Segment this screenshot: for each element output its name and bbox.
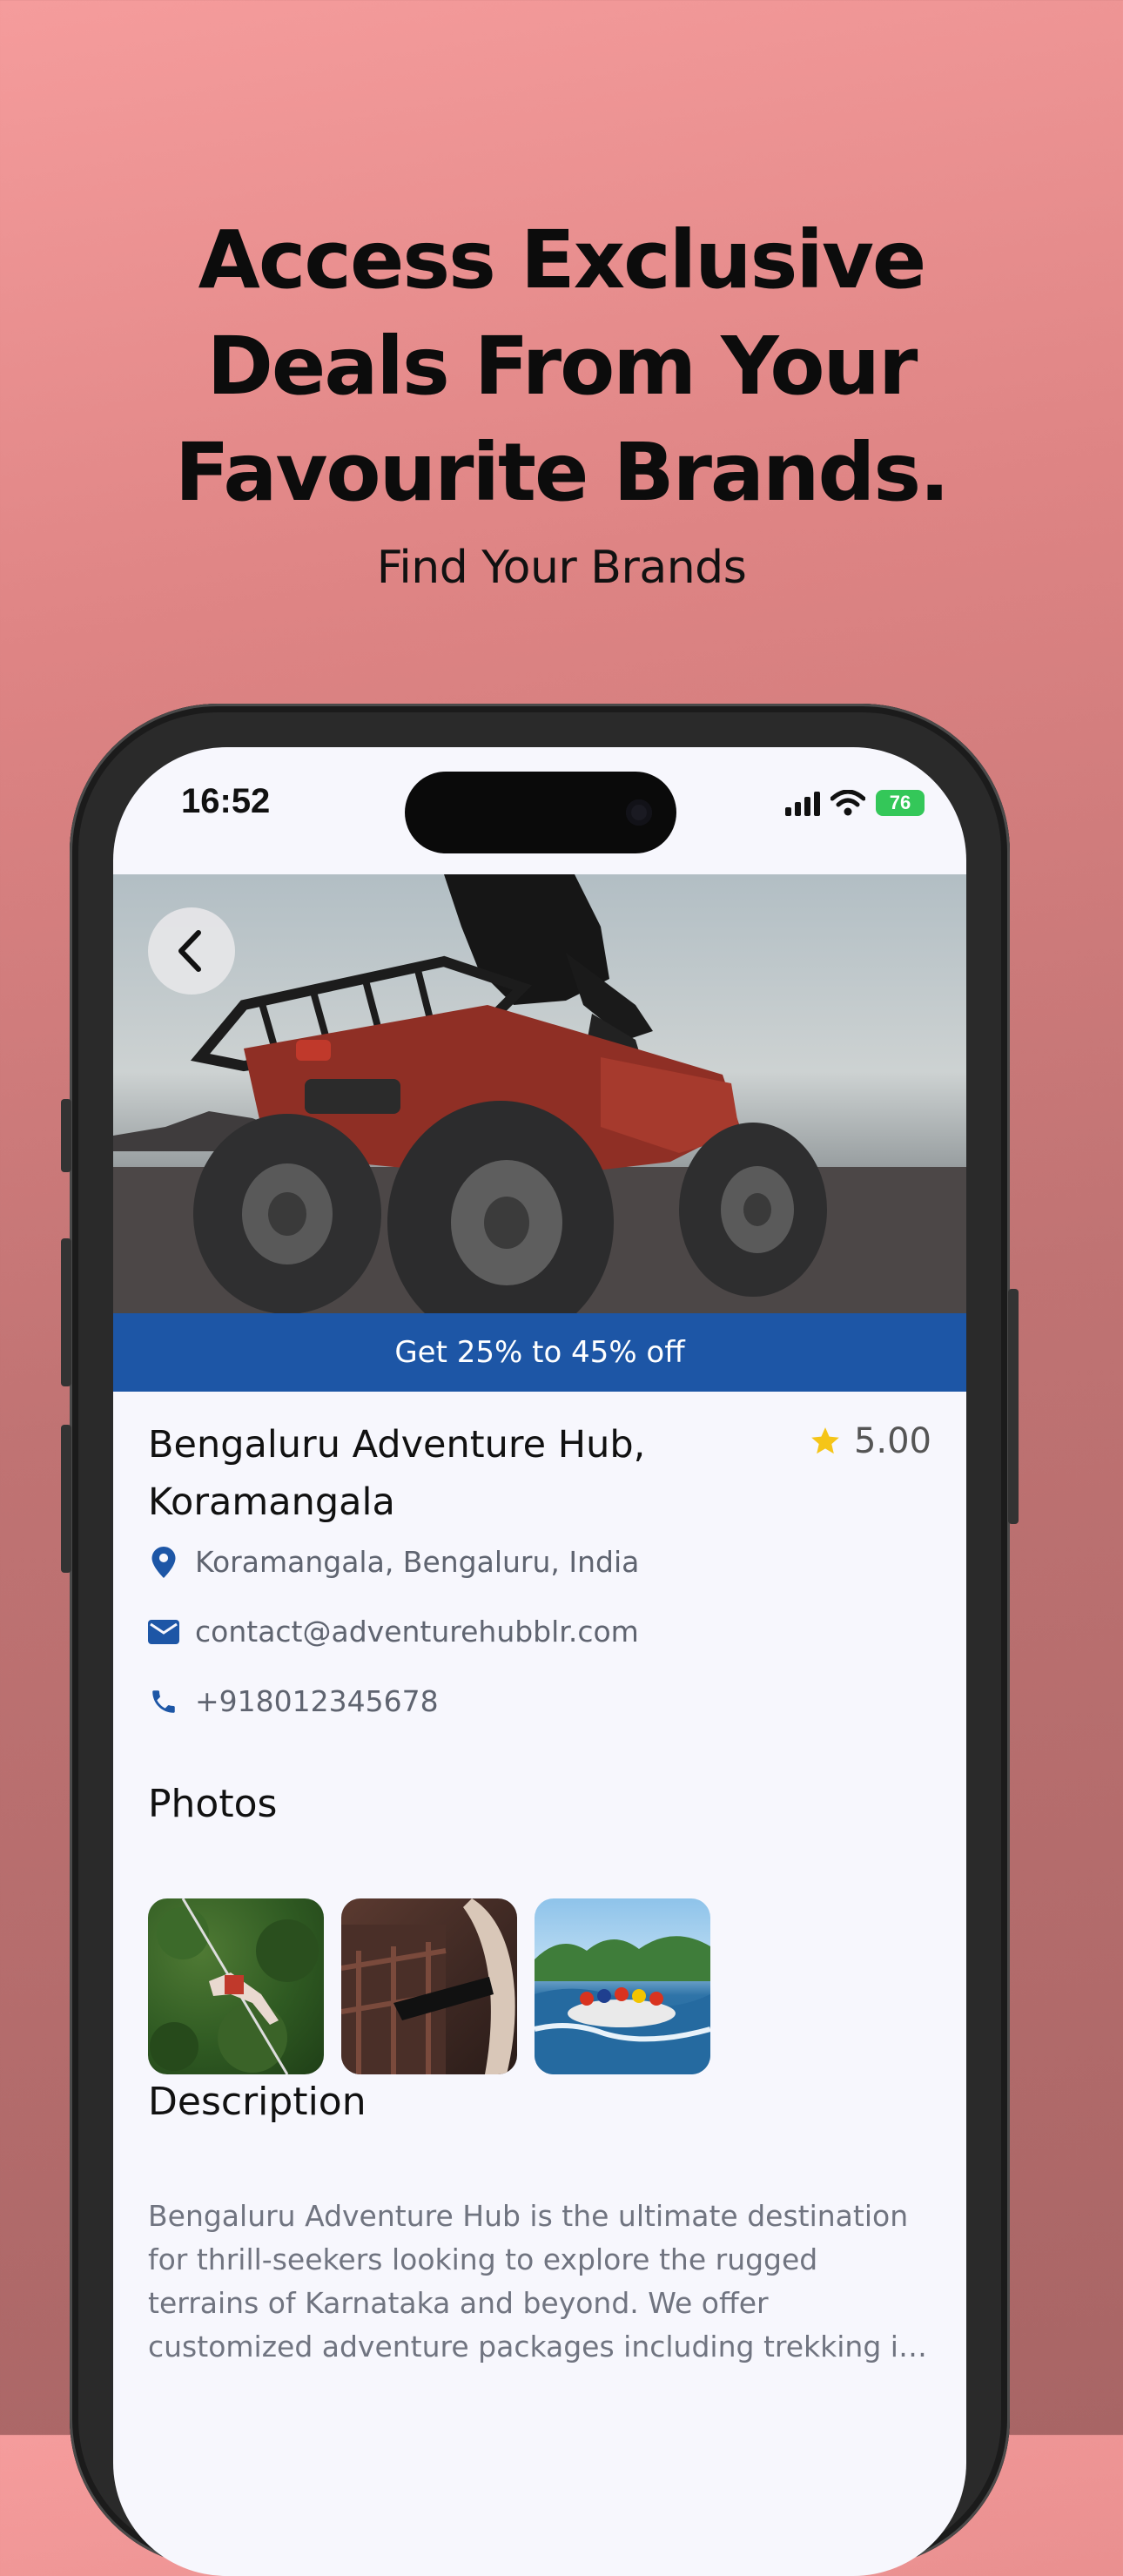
rating: 5.00 [809,1421,931,1461]
location-text: Koramangala, Bengaluru, India [195,1545,640,1579]
quad-bike-illustration [113,874,966,1313]
promo-headline: Access Exclusive Deals From Your Favouri… [0,207,1123,526]
mail-icon [148,1616,179,1648]
photo-thumbnail-archery[interactable] [341,1898,517,2074]
headline-line-1: Access Exclusive [198,213,927,307]
email-text: contact@adventurehubblr.com [195,1615,639,1649]
cellular-signal-icon [785,790,820,816]
photo-thumbnail-rafting[interactable] [535,1898,710,2074]
listing-title-line-1: Bengaluru Adventure Hub, [148,1423,646,1467]
battery-icon: 76 [876,790,925,816]
offer-banner: Get 25% to 45% off [113,1313,966,1392]
photo-gallery [148,1898,710,2074]
wifi-icon [830,790,865,816]
phone-power-button [1008,1289,1019,1524]
phone-text: +918012345678 [195,1684,439,1718]
photo-thumbnail-ziplining[interactable] [148,1898,324,2074]
phone-icon [148,1686,179,1717]
headline-line-2: Deals From Your [206,320,918,413]
status-indicators: 76 [785,786,925,820]
promo-subheadline: Find Your Brands [376,542,747,594]
phone-volume-up-button [61,1238,71,1386]
map-pin-icon [148,1546,179,1578]
location-row[interactable]: Koramangala, Bengaluru, India [148,1545,639,1579]
dynamic-island [405,772,676,853]
listing-title-line-2: Koramangala [148,1480,395,1524]
chevron-left-icon [178,930,201,972]
star-icon [811,1427,839,1454]
front-camera [626,799,652,826]
phone-volume-down-button [61,1425,71,1573]
description-text: Bengaluru Adventure Hub is the ultimate … [148,2199,917,2364]
hero-image [113,874,966,1313]
phone-screen: 16:52 76 Get 25% to 45% off Bengaluru Ad… [113,747,966,2576]
email-row[interactable]: contact@adventurehubblr.com [148,1615,639,1649]
photos-heading: Photos [148,1782,278,1826]
phone-action-button [61,1099,71,1172]
status-time: 16:52 [181,782,271,820]
listing-title: Bengaluru Adventure Hub, Koramangala [148,1416,705,1531]
phone-row[interactable]: +918012345678 [148,1684,439,1718]
description-heading: Description [148,2080,366,2124]
headline-line-3: Favourite Brands. [174,426,950,519]
rating-value: 5.00 [853,1421,931,1461]
back-button[interactable] [148,907,235,995]
